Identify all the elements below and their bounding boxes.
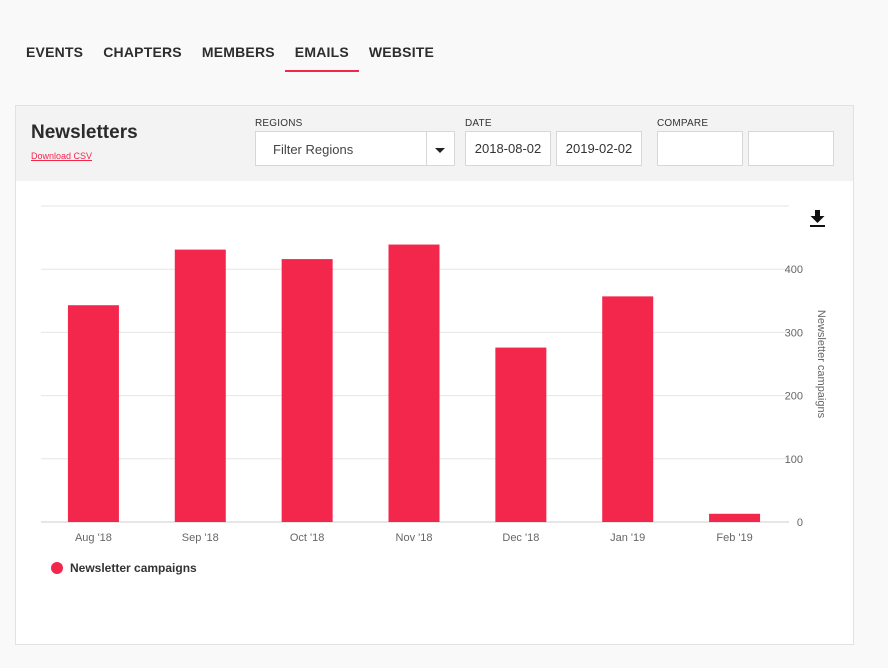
date-to-field[interactable]: 2019-02-02 <box>556 131 642 166</box>
page-title: Newsletters <box>31 122 138 143</box>
chevron-down-icon[interactable] <box>435 148 445 153</box>
date-label: DATE <box>465 118 492 129</box>
regions-placeholder: Filter Regions <box>273 142 354 157</box>
download-csv-link[interactable]: Download CSV <box>31 151 92 161</box>
regions-select[interactable]: Filter Regions <box>255 131 455 166</box>
compare-from-field[interactable] <box>657 131 743 166</box>
date-from-field[interactable]: 2018-08-02 <box>465 131 551 166</box>
panel-header: Newsletters Download CSV REGIONS Filter … <box>16 106 853 181</box>
legend-swatch <box>51 562 63 574</box>
tab-members[interactable]: MEMBERS <box>202 42 275 72</box>
compare-to-field[interactable] <box>748 131 834 166</box>
compare-label: COMPARE <box>657 118 709 129</box>
tab-chapters[interactable]: CHAPTERS <box>103 42 182 72</box>
regions-label: REGIONS <box>255 118 303 129</box>
tab-website[interactable]: WEBSITE <box>369 42 434 72</box>
tab-emails[interactable]: EMAILS <box>284 42 360 72</box>
tab-events[interactable]: EVENTS <box>26 42 83 72</box>
download-icon[interactable] <box>809 210 826 228</box>
top-nav: EVENTS CHAPTERS MEMBERS EMAILS WEBSITE <box>26 42 434 72</box>
legend-label: Newsletter campaigns <box>70 561 197 575</box>
select-divider <box>426 132 427 165</box>
chart-legend[interactable]: Newsletter campaigns <box>51 561 197 575</box>
